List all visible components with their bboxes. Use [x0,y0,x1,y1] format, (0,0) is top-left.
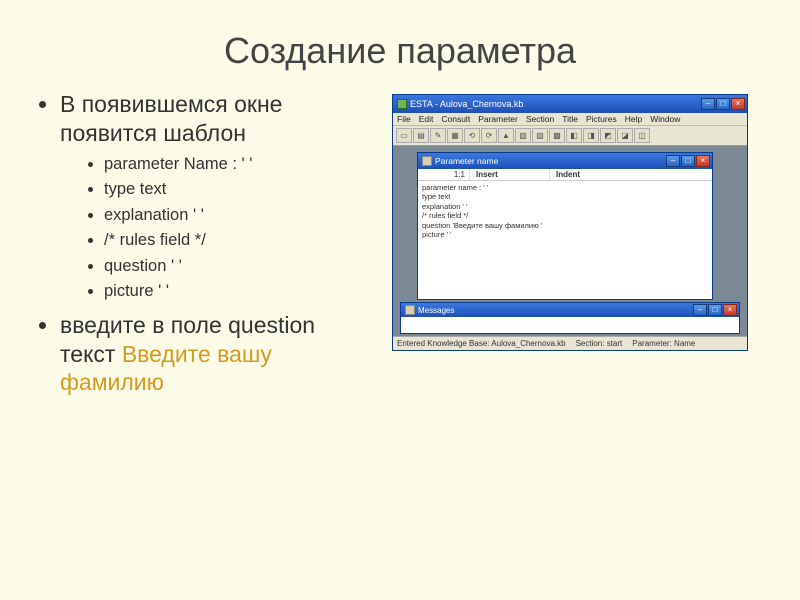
messages-minimize-button[interactable]: – [693,304,707,316]
tool-icon[interactable]: ◧ [566,128,582,143]
bullet-enter-question: введите в поле question текст Введите ва… [60,311,372,397]
tool-icon[interactable]: ◫ [634,128,650,143]
tool-icon[interactable]: ▧ [515,128,531,143]
editor-title-text: Parameter name [435,156,666,166]
bullet-template-intro: В появившемся окне появится шаблон [60,90,372,148]
tool-icon[interactable]: ✎ [430,128,446,143]
messages-titlebar[interactable]: Messages – □ × [401,303,739,317]
tool-icon[interactable]: ▭ [396,128,412,143]
statusbar: Entered Knowledge Base: Aulova_Chernova.… [393,336,747,350]
tool-icon[interactable]: ▨ [532,128,548,143]
tool-icon[interactable]: ▤ [413,128,429,143]
messages-title-text: Messages [418,306,693,315]
messages-close-button[interactable]: × [723,304,737,316]
messages-icon [405,305,415,315]
editor-close-button[interactable]: × [696,155,710,167]
sub-question: question ' ' [104,254,372,280]
editor-titlebar[interactable]: Parameter name – □ × [418,153,712,169]
editor-maximize-button[interactable]: □ [681,155,695,167]
menu-file[interactable]: File [397,114,411,124]
tool-icon[interactable]: ⟲ [464,128,480,143]
tool-icon[interactable]: ◩ [600,128,616,143]
tool-icon[interactable]: ▩ [549,128,565,143]
mdi-workspace: Parameter name – □ × 1:1 Insert Indent p… [393,146,747,336]
slide-content: В появившемся окне появится шаблон param… [0,90,800,401]
messages-body[interactable] [401,317,739,333]
status-parameter: Parameter: Name [632,339,695,348]
tool-icon[interactable]: ◨ [583,128,599,143]
messages-maximize-button[interactable]: □ [708,304,722,316]
app-titlebar[interactable]: ESTA - Aulova_Chernova.kb – □ × [393,95,747,113]
editor-mode-indent: Indent [550,169,712,180]
sub-parameter-name: parameter Name : ' ' [104,152,372,178]
close-button[interactable]: × [731,98,745,110]
app-window: ESTA - Aulova_Chernova.kb – □ × File Edi… [392,94,748,351]
editor-minimize-button[interactable]: – [666,155,680,167]
slide-title: Создание параметра [0,0,800,90]
menu-pictures[interactable]: Pictures [586,114,617,124]
tool-icon[interactable]: ▦ [447,128,463,143]
sub-explanation: explanation ' ' [104,203,372,229]
editor-cursor-pos: 1:1 [418,169,470,180]
screenshot-column: ESTA - Aulova_Chernova.kb – □ × File Edi… [392,90,752,401]
sub-type-text: type text [104,177,372,203]
editor-textarea[interactable]: parameter name : ' ' type text explanati… [418,181,712,299]
status-section: Section: start [576,339,623,348]
toolbar: ▭ ▤ ✎ ▦ ⟲ ⟳ ▲ ▧ ▨ ▩ ◧ ◨ ◩ ◪ ◫ [393,126,747,146]
menu-section[interactable]: Section [526,114,554,124]
editor-mode-insert: Insert [470,169,550,180]
messages-window: Messages – □ × [400,302,740,334]
menu-edit[interactable]: Edit [419,114,434,124]
menu-title[interactable]: Title [562,114,578,124]
menu-window[interactable]: Window [650,114,680,124]
tool-icon[interactable]: ◪ [617,128,633,143]
editor-icon [422,156,432,166]
editor-window: Parameter name – □ × 1:1 Insert Indent p… [417,152,713,300]
menu-help[interactable]: Help [625,114,642,124]
text-column: В появившемся окне появится шаблон param… [42,90,392,401]
app-title-text: ESTA - Aulova_Chernova.kb [410,99,701,109]
maximize-button[interactable]: □ [716,98,730,110]
menu-parameter[interactable]: Parameter [478,114,518,124]
tool-icon[interactable]: ⟳ [481,128,497,143]
tool-icon[interactable]: ▲ [498,128,514,143]
sub-rules-field: /* rules field */ [104,228,372,254]
menubar: File Edit Consult Parameter Section Titl… [393,113,747,126]
editor-header: 1:1 Insert Indent [418,169,712,181]
app-icon [397,99,407,109]
status-kb: Entered Knowledge Base: Aulova_Chernova.… [397,339,566,348]
minimize-button[interactable]: – [701,98,715,110]
menu-consult[interactable]: Consult [441,114,470,124]
sub-picture: picture ' ' [104,279,372,305]
